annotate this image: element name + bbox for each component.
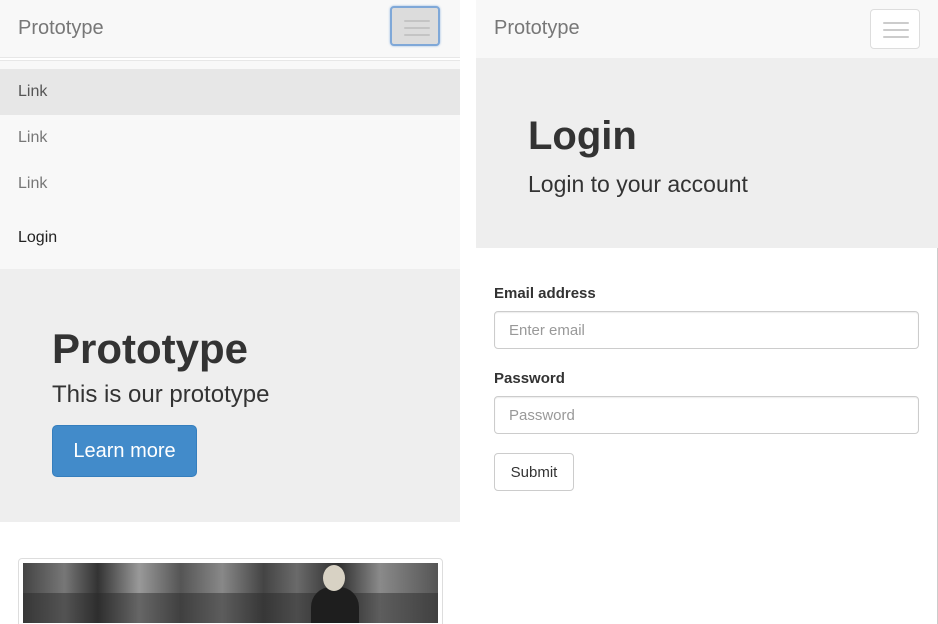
- email-label: Email address: [494, 285, 596, 302]
- nav-login-link[interactable]: Login: [0, 215, 460, 261]
- jumbotron: Prototype This is our prototype Learn mo…: [0, 269, 460, 522]
- navbar-brand[interactable]: Prototype: [18, 17, 104, 40]
- photo-image: [23, 563, 438, 623]
- submit-button[interactable]: Submit: [494, 453, 574, 491]
- navbar: Prototype: [476, 0, 938, 58]
- nav-link-3[interactable]: Link: [0, 161, 460, 207]
- navbar: Prototype: [0, 0, 460, 58]
- email-field[interactable]: [494, 311, 919, 349]
- image-thumbnail: [18, 558, 443, 624]
- right-viewport: Prototype Login Login to your account Em…: [476, 0, 938, 624]
- login-title: Login: [528, 114, 637, 158]
- viewport-gap: [460, 0, 476, 624]
- login-jumbotron: Login Login to your account: [476, 58, 938, 248]
- left-viewport: Prototype Link Link Link Login Prototype…: [0, 0, 460, 624]
- login-subtitle: Login to your account: [528, 171, 748, 197]
- navbar-brand[interactable]: Prototype: [494, 17, 580, 40]
- menu-toggle-button[interactable]: [390, 6, 440, 46]
- nav-link-2[interactable]: Link: [0, 115, 460, 161]
- nav-link-1[interactable]: Link: [0, 69, 460, 115]
- jumbotron-title: Prototype: [52, 325, 249, 372]
- learn-more-button[interactable]: Learn more: [52, 425, 197, 477]
- jumbotron-subtitle: This is our prototype: [52, 381, 270, 408]
- collapsed-nav-menu: Link Link Link Login: [0, 60, 460, 269]
- password-label: Password: [494, 370, 565, 387]
- menu-toggle-button[interactable]: [870, 9, 920, 49]
- password-field[interactable]: [494, 396, 919, 434]
